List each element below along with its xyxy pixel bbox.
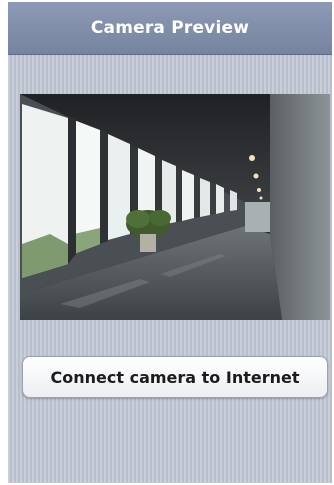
camera-preview-image (20, 94, 330, 320)
connect-camera-button[interactable]: Connect camera to Internet (22, 356, 328, 398)
title-bar: Camera Preview (8, 2, 332, 55)
camera-feed-image (20, 94, 330, 320)
app-screen: Camera Preview Connect camera to Interne… (8, 2, 332, 483)
page-title: Camera Preview (90, 18, 250, 38)
connect-camera-label: Connect camera to Internet (50, 367, 300, 387)
